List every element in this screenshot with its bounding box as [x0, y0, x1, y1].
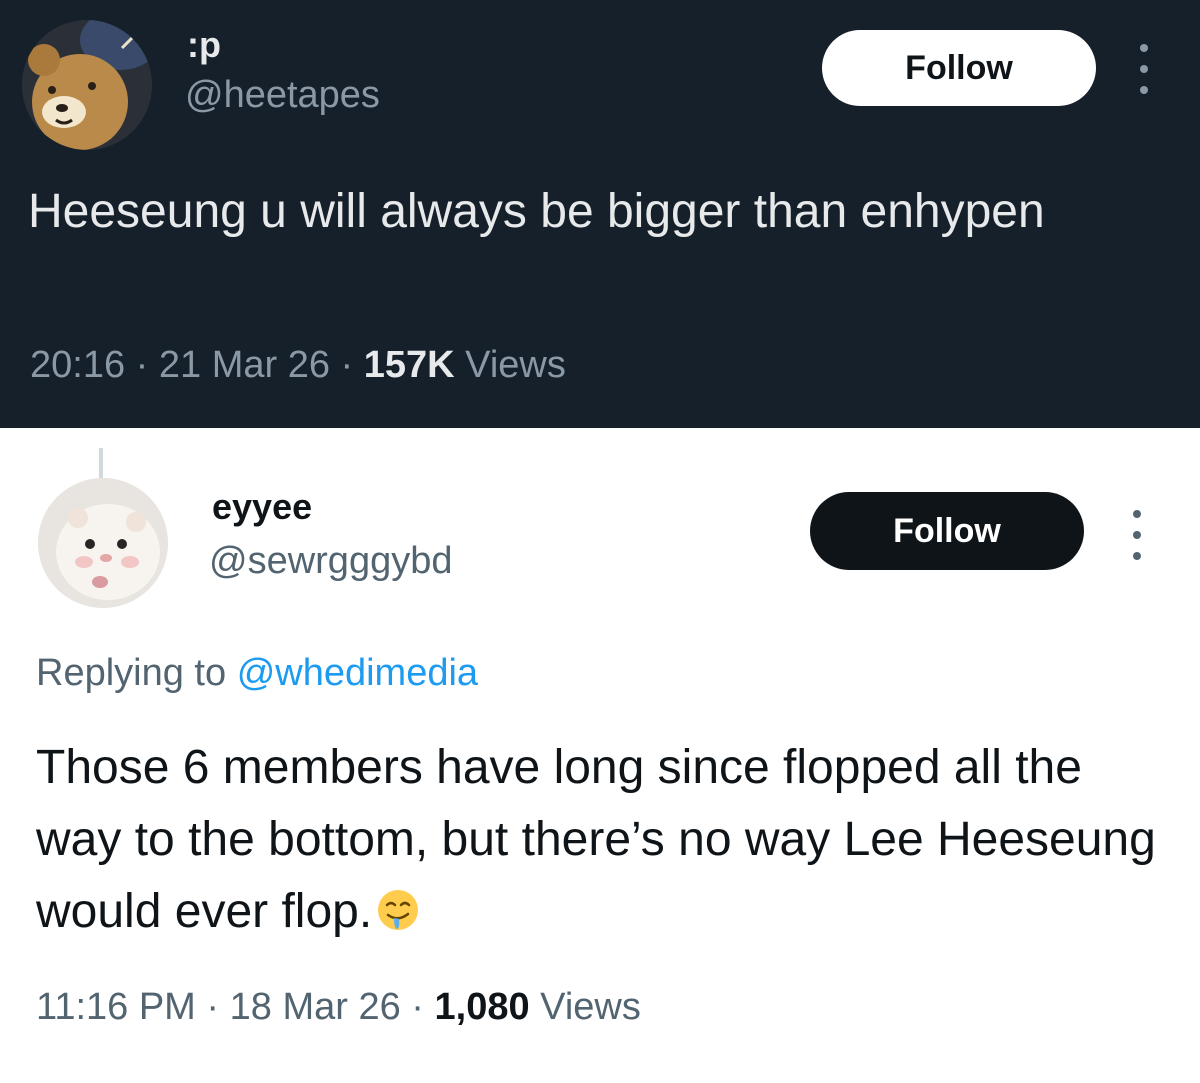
display-name[interactable]: eyyee	[212, 486, 312, 528]
display-name[interactable]: :p	[187, 24, 221, 66]
tweet-date[interactable]: 21 Mar 26	[159, 344, 330, 386]
tweet-meta: 11:16 PM · 18 Mar 26 · 1,080 Views	[36, 986, 641, 1029]
avatar-sewrgggybd[interactable]	[38, 478, 168, 608]
thread-connector-line	[99, 448, 103, 478]
meta-separator: ·	[135, 344, 149, 386]
tweet-time[interactable]: 11:16 PM	[36, 986, 196, 1028]
tweet-text: Heeseung u will always be bigger than en…	[28, 185, 1045, 238]
tweet-card-sewrgggybd: eyyee @sewrgggybd Follow Replying to @wh…	[0, 428, 1200, 1083]
bear-avatar-icon	[22, 20, 152, 150]
meta-separator: ·	[206, 986, 220, 1028]
meta-separator: ·	[411, 986, 424, 1028]
tweet-text-body: Those 6 members have long since flopped …	[36, 741, 1156, 938]
avatar-heetapes[interactable]	[22, 20, 152, 150]
drooling-face-icon	[378, 890, 419, 931]
user-handle[interactable]: @sewrgggybd	[209, 540, 452, 583]
more-options-icon[interactable]	[1134, 44, 1154, 94]
more-options-icon[interactable]	[1127, 510, 1147, 560]
tweet-card-heetapes: :p @heetapes Follow Heeseung u will alwa…	[0, 0, 1200, 428]
views-count: 157K	[363, 344, 455, 386]
replying-to-line: Replying to @whedimedia	[36, 652, 478, 695]
tweet-time[interactable]: 20:16	[30, 344, 125, 386]
replying-to-link[interactable]: @whedimedia	[237, 652, 478, 694]
meta-separator: ·	[340, 344, 354, 386]
tweet-text: Those 6 members have long since flopped …	[36, 732, 1176, 948]
user-handle[interactable]: @heetapes	[185, 74, 380, 117]
tweet-meta: 20:16 · 21 Mar 26 · 157K Views	[30, 344, 566, 387]
views-count: 1,080	[434, 986, 530, 1028]
views-label: Views	[465, 344, 566, 386]
tweet-date[interactable]: 18 Mar 26	[230, 986, 401, 1028]
follow-button[interactable]: Follow	[822, 30, 1096, 106]
hamster-avatar-icon	[38, 478, 168, 608]
views-label: Views	[540, 986, 641, 1028]
replying-prefix: Replying to	[36, 652, 227, 694]
follow-button[interactable]: Follow	[810, 492, 1084, 570]
